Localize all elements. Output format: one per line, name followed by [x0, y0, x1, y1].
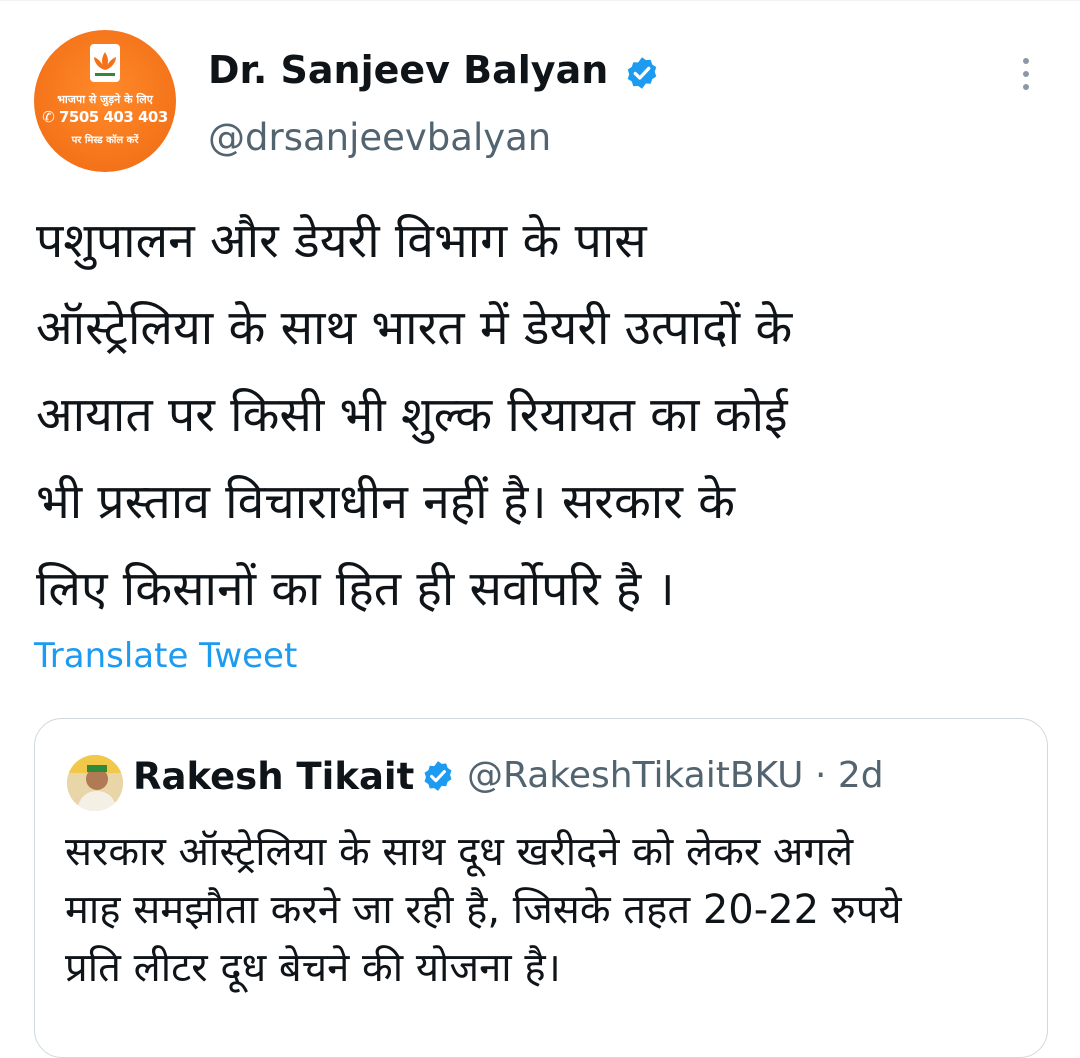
author-name[interactable]: Dr. Sanjeev Balyan	[208, 48, 608, 92]
tweet-text-line: आयात पर किसी भी शुल्क रियायत का कोई	[36, 387, 788, 443]
author-avatar[interactable]: भाजपा से जुड़ने के लिए ✆ 7505 403 403 पर…	[34, 30, 176, 172]
quoted-author-handle[interactable]: @RakeshTikaitBKU · 2d	[467, 755, 884, 796]
quoted-text-line: सरकार ऑस्ट्रेलिया के साथ दूध खरीदने को ल…	[65, 829, 854, 875]
tweet-text-line: ऑस्ट्रेलिया के साथ भारत में डेयरी उत्पाद…	[36, 300, 793, 356]
avatar-caption-top: भाजपा से जुड़ने के लिए	[57, 93, 153, 106]
quoted-tweet-card[interactable]: Rakesh Tikait @RakeshTikaitBKU · 2d सरका…	[34, 718, 1048, 1058]
quoted-tweet-text: सरकार ऑस्ट्रेलिया के साथ दूध खरीदने को ल…	[65, 823, 1025, 997]
tweet-text: पशुपालन और डेयरी विभाग के पास ऑस्ट्रेलिय…	[36, 198, 1066, 633]
avatar-phone-number: ✆ 7505 403 403	[42, 108, 168, 126]
tweet-text-line: पशुपालन और डेयरी विभाग के पास	[36, 213, 647, 269]
person-photo-icon	[67, 755, 123, 811]
verified-badge-icon	[424, 761, 452, 791]
lotus-logo-icon	[90, 44, 120, 82]
more-options-icon[interactable]	[1014, 58, 1038, 98]
avatar-caption-bottom: पर मिस्ड कॉल करें	[71, 135, 139, 146]
verified-badge-icon	[627, 57, 657, 89]
translate-tweet-link[interactable]: Translate Tweet	[34, 636, 297, 676]
quoted-text-line: प्रति लीटर दूध बेचने की योजना है।	[65, 945, 561, 991]
tweet-text-line: भी प्रस्ताव विचाराधीन नहीं है। सरकार के	[36, 474, 735, 530]
quoted-author-avatar[interactable]	[67, 755, 123, 811]
author-handle[interactable]: @drsanjeevbalyan	[208, 116, 551, 159]
quoted-text-line: माह समझौता करने जा रही है, जिसके तहत 20-…	[65, 887, 902, 933]
top-divider	[0, 0, 1080, 1]
quoted-author-name[interactable]: Rakesh Tikait	[133, 755, 414, 798]
tweet-text-line: लिए किसानों का हित ही सर्वोपरि है ।	[36, 561, 675, 617]
